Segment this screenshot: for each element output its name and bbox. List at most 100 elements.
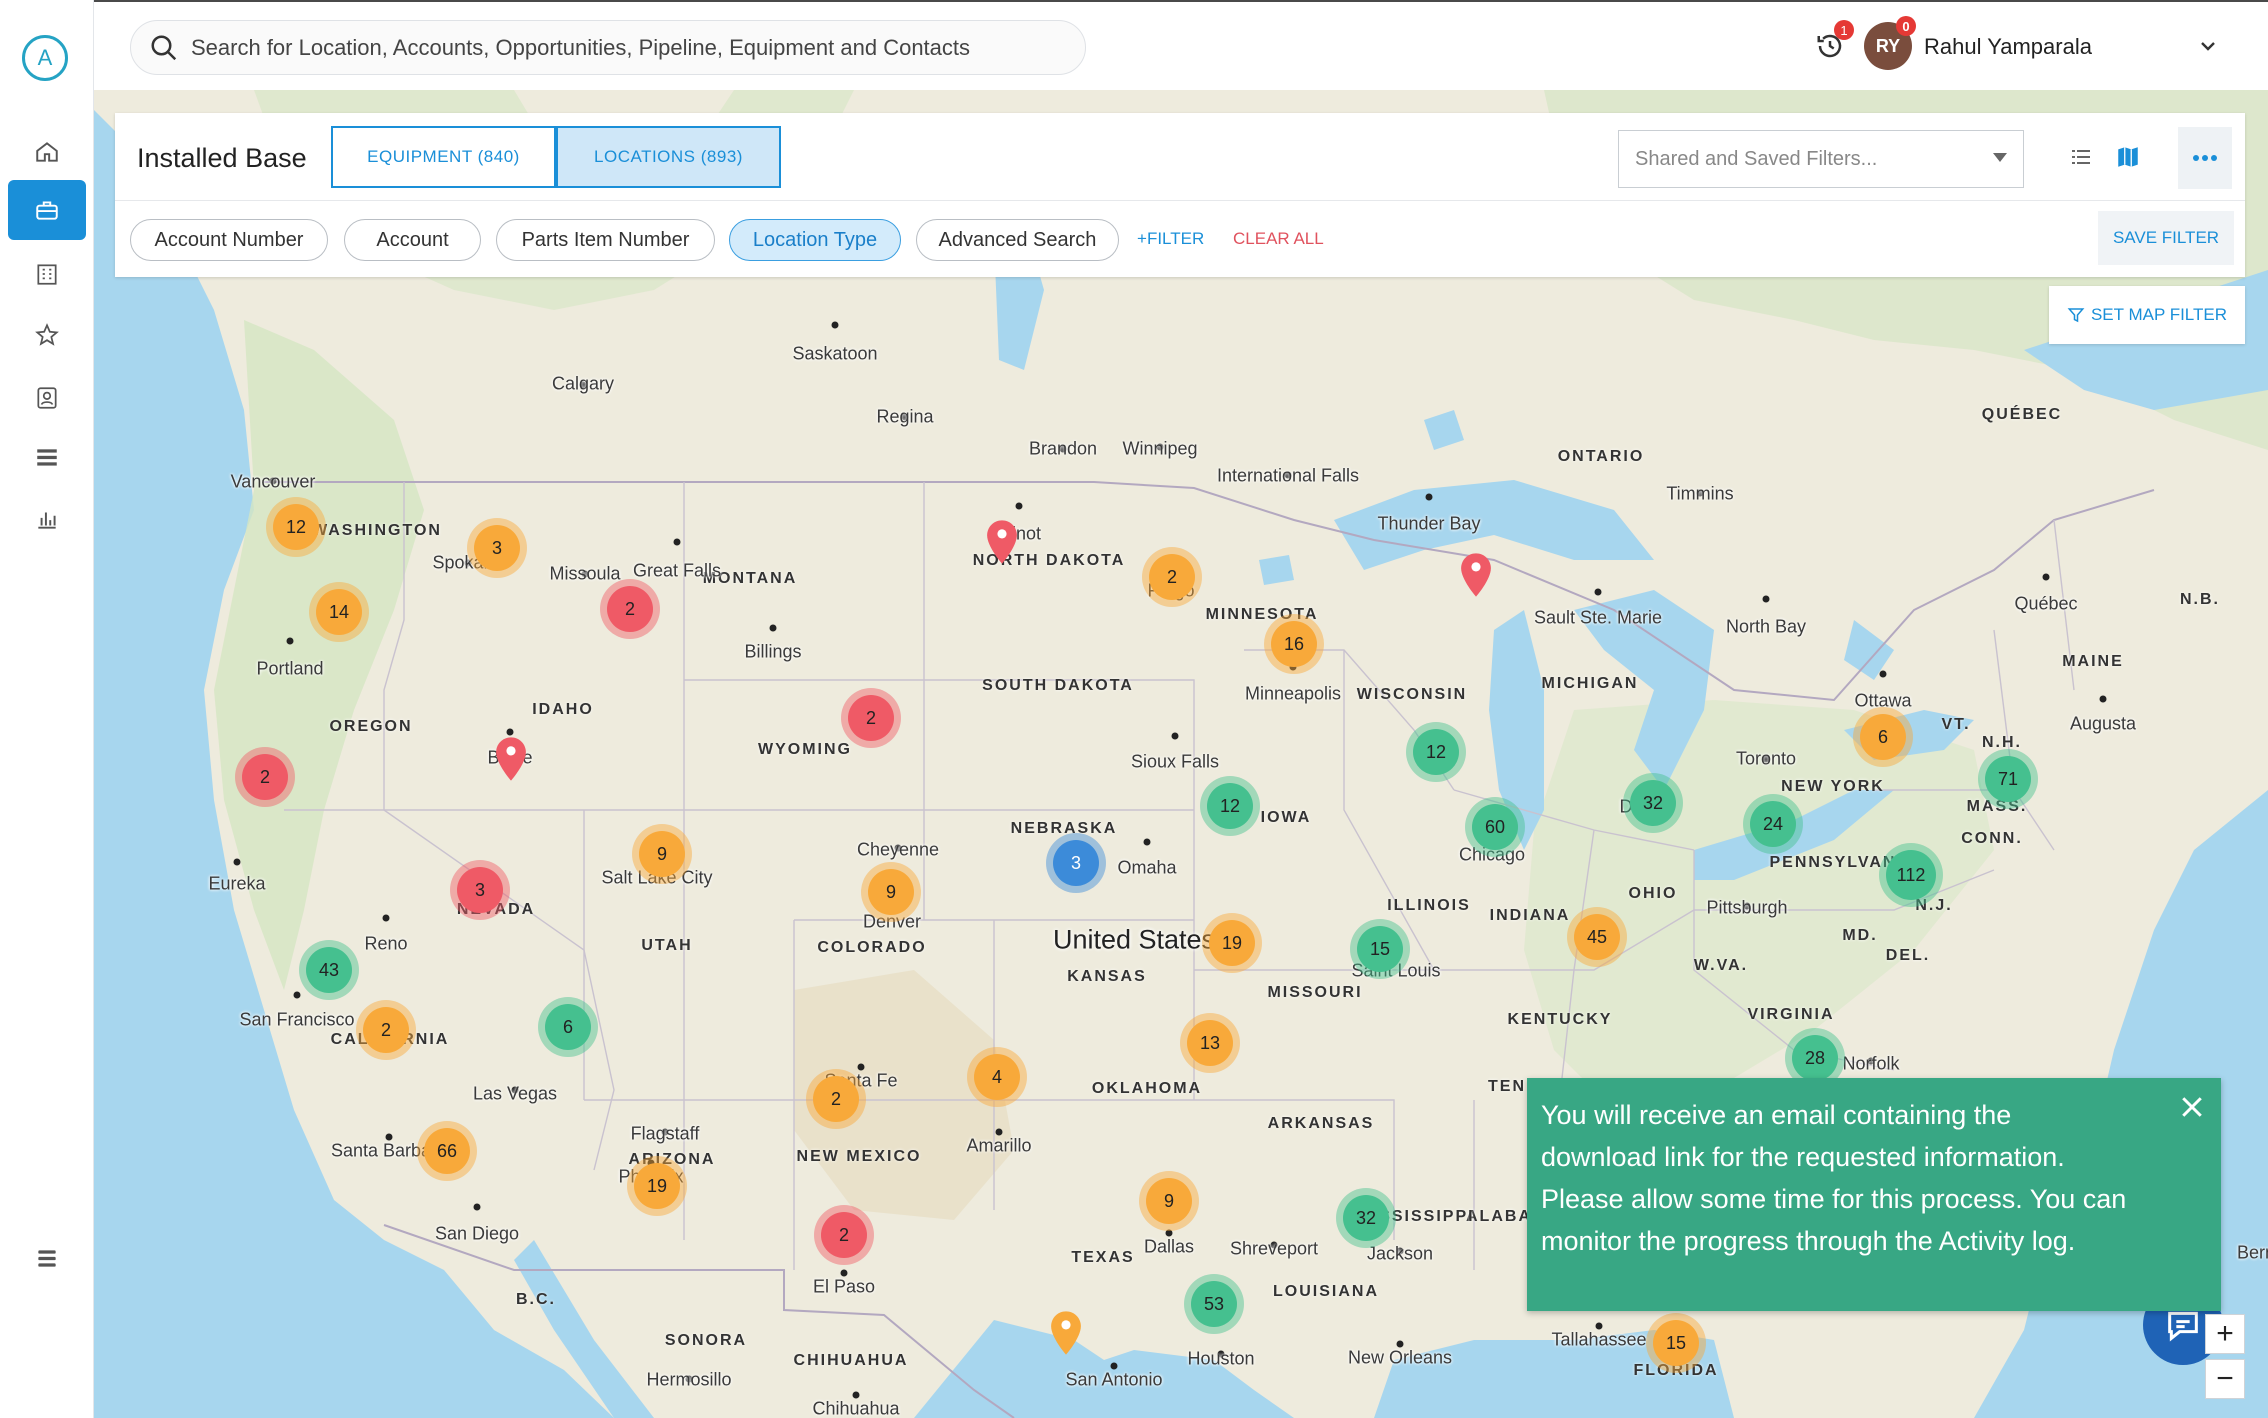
map-cluster-marker[interactable]: 9 [868, 869, 914, 915]
chat-icon [2168, 1311, 2198, 1342]
map-cluster-marker[interactable]: 15 [1653, 1320, 1699, 1366]
city-label: Minneapolis [1244, 683, 1342, 704]
zoom-out-button[interactable]: − [2205, 1359, 2245, 1399]
search-input[interactable] [191, 34, 1051, 61]
map-cluster-marker[interactable]: 3 [474, 525, 520, 571]
city-label: Sault Ste. Marie [1533, 607, 1663, 628]
city-label: Sioux Falls [1130, 751, 1220, 772]
app-logo-letter: A [37, 45, 53, 70]
city-dot [506, 728, 514, 736]
map-cluster-marker[interactable]: 19 [634, 1163, 680, 1209]
left-nav-rail: A [0, 0, 94, 1418]
map-cluster-marker[interactable]: 2 [848, 695, 894, 741]
map-cluster-marker[interactable]: 60 [1472, 804, 1518, 850]
map-cluster-marker[interactable]: 32 [1630, 780, 1676, 826]
building-icon[interactable] [8, 244, 86, 304]
filter-chip-parts-item-number[interactable]: Parts Item Number [496, 219, 715, 261]
clear-all-button[interactable]: CLEAR ALL [1233, 229, 1324, 249]
map-cluster-marker[interactable]: 4 [974, 1054, 1020, 1100]
map-cluster-marker[interactable]: 12 [273, 504, 319, 550]
activity-history-button[interactable]: 1 [1812, 20, 1854, 64]
zoom-in-button[interactable]: + [2205, 1314, 2245, 1354]
app-logo[interactable]: A [22, 35, 68, 81]
user-name[interactable]: Rahul Yamparala [1924, 34, 2092, 60]
filter-chip-account-number[interactable]: Account Number [130, 219, 328, 261]
map-cluster-marker[interactable]: 2 [821, 1212, 867, 1258]
map-pin-red[interactable] [494, 736, 528, 782]
tab-equipment[interactable]: EQUIPMENT (840) [331, 126, 556, 188]
map-cluster-marker[interactable]: 28 [1792, 1035, 1838, 1081]
city-dot [2042, 573, 2050, 581]
city-label: Québec [2014, 593, 2078, 614]
filter-chip-account[interactable]: Account [344, 219, 481, 261]
map-cluster-marker[interactable]: 2 [363, 1007, 409, 1053]
map-cluster-marker[interactable]: 3 [1053, 840, 1099, 886]
star-icon[interactable] [8, 305, 86, 365]
menu-icon[interactable] [8, 1228, 86, 1288]
map-cluster-marker[interactable]: 9 [1146, 1178, 1192, 1224]
city-dot [1396, 1340, 1404, 1348]
map-cluster-marker[interactable]: 16 [1271, 621, 1317, 667]
city-dot [1015, 502, 1023, 510]
save-filter-button[interactable]: SAVE FILTER [2098, 211, 2234, 265]
city-label: Billings [744, 641, 802, 662]
region-label: OREGON [329, 718, 413, 735]
region-label: CHIHUAHUA [793, 1352, 909, 1369]
city-dot [1143, 838, 1151, 846]
home-icon[interactable] [8, 122, 86, 182]
map-cluster-marker[interactable]: 32 [1343, 1195, 1389, 1241]
chevron-down-icon[interactable] [2196, 34, 2220, 58]
city-dot [1594, 588, 1602, 596]
map-cluster-marker[interactable]: 19 [1209, 920, 1255, 966]
map-cluster-marker[interactable]: 43 [306, 947, 352, 993]
city-label: Ottawa [1854, 690, 1912, 711]
map-cluster-marker[interactable]: 3 [457, 867, 503, 913]
map-cluster-marker[interactable]: 2 [242, 754, 288, 800]
map-cluster-marker[interactable]: 53 [1191, 1281, 1237, 1327]
city-dot [1595, 1322, 1603, 1330]
map-cluster-marker[interactable]: 2 [813, 1076, 859, 1122]
map-pin-red[interactable] [1459, 552, 1493, 598]
page-title: Installed Base [137, 143, 307, 173]
map-cluster-marker[interactable]: 24 [1750, 801, 1796, 847]
filter-chip-location-type[interactable]: Location Type [729, 219, 901, 261]
map-cluster-marker[interactable]: 13 [1187, 1020, 1233, 1066]
map-cluster-marker[interactable]: 2 [607, 586, 653, 632]
map-pin-orange[interactable] [1049, 1310, 1083, 1356]
saved-filters-select[interactable]: Shared and Saved Filters... [1618, 130, 2024, 188]
map-view-button[interactable] [2112, 141, 2144, 173]
map-cluster-marker[interactable]: 6 [1860, 714, 1906, 760]
global-search[interactable] [130, 20, 1086, 75]
filter-chip-advanced-search[interactable]: Advanced Search [916, 219, 1119, 261]
close-icon[interactable] [2177, 1092, 2207, 1122]
map-cluster-marker[interactable]: 45 [1574, 914, 1620, 960]
map-cluster-marker[interactable]: 12 [1207, 783, 1253, 829]
map-cluster-marker[interactable]: 12 [1413, 729, 1459, 775]
list-view-button[interactable] [2065, 141, 2097, 173]
map-cluster-marker[interactable]: 15 [1357, 926, 1403, 972]
more-options-button[interactable] [2178, 127, 2232, 189]
briefcase-icon[interactable] [8, 180, 86, 240]
map-cluster-marker[interactable]: 2 [1149, 554, 1195, 600]
region-label: OHIO [1628, 885, 1678, 902]
avatar[interactable]: RY 0 [1864, 16, 1916, 70]
city-label: El Paso [812, 1276, 876, 1297]
map-cluster-marker[interactable]: 66 [424, 1128, 470, 1174]
contact-card-icon[interactable] [8, 368, 86, 428]
tab-locations[interactable]: LOCATIONS (893) [556, 126, 781, 188]
city-label: Las Vegas [472, 1083, 558, 1104]
list-stack-icon[interactable] [8, 428, 86, 488]
map-cluster-marker[interactable]: 9 [639, 831, 685, 877]
bar-chart-icon[interactable] [8, 489, 86, 549]
add-filter-button[interactable]: +FILTER [1137, 229, 1204, 249]
city-label: Regina [876, 406, 934, 427]
set-map-filter-button[interactable]: SET MAP FILTER [2049, 286, 2245, 344]
map-pin-red[interactable] [985, 519, 1019, 565]
city-dot [1762, 595, 1770, 603]
map-cluster-marker[interactable]: 112 [1886, 850, 1936, 900]
list-icon [2072, 150, 2090, 164]
map-cluster-marker[interactable]: 71 [1985, 756, 2031, 802]
map-cluster-marker[interactable]: 6 [545, 1004, 591, 1050]
city-label: Bern [2236, 1242, 2268, 1263]
map-cluster-marker[interactable]: 14 [316, 589, 362, 635]
